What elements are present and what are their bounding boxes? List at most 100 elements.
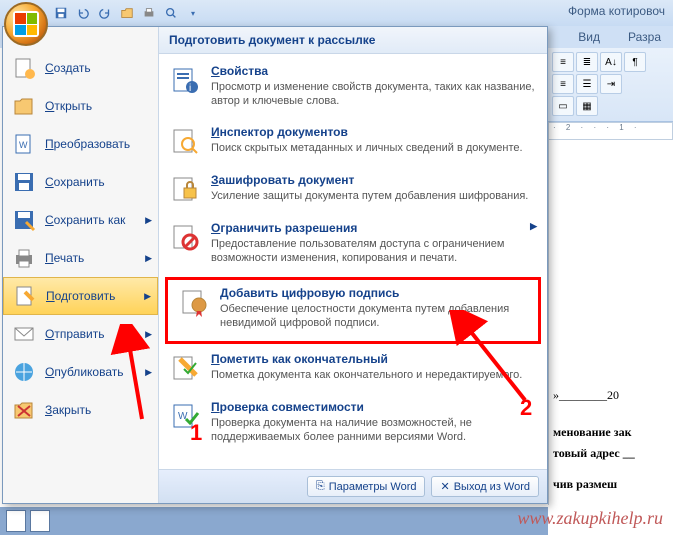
menu-item-new[interactable]: Создать xyxy=(3,49,158,87)
tab-view[interactable]: Вид xyxy=(572,28,606,46)
menu-item-label: Закрыть xyxy=(45,403,91,417)
qat-redo-icon[interactable] xyxy=(96,4,114,22)
menu-item-label: Сохранить как xyxy=(45,213,125,227)
doc-text: менование зак xyxy=(553,425,669,440)
submenu-desc: Предоставление пользователям доступа с о… xyxy=(211,237,537,266)
submenu-desc: Проверка документа на наличие возможност… xyxy=(211,416,537,445)
qat-dropdown-icon[interactable]: ▾ xyxy=(184,4,202,22)
menu-item-label: Печать xyxy=(45,251,84,265)
menu-item-save[interactable]: Сохранить xyxy=(3,163,158,201)
send-icon xyxy=(11,321,37,347)
submenu-title: Свойства xyxy=(211,64,537,78)
pilcrow-icon[interactable]: ¶ xyxy=(624,52,646,72)
office-menu: Создать ОткрытьWПреобразовать Сохранить Сох… xyxy=(2,26,548,504)
menu-item-prepare[interactable]: Подготовить ▶ xyxy=(3,277,158,315)
sort-icon[interactable]: A↓ xyxy=(600,52,622,72)
submenu-desc: Поиск скрытых метаданных и личных сведен… xyxy=(211,141,537,155)
submenu-item-final[interactable]: Пометить как окончательный Пометка докуме… xyxy=(159,346,547,394)
encrypt-icon xyxy=(169,173,201,205)
align-left-icon[interactable]: ≡ xyxy=(552,74,574,94)
align-center-icon[interactable]: ☰ xyxy=(576,74,598,94)
submenu-header: Подготовить документ к рассылке xyxy=(159,27,547,54)
inspect-icon xyxy=(169,125,201,157)
qat-quickprint-icon[interactable] xyxy=(140,4,158,22)
list-number-icon[interactable]: ≣ xyxy=(576,52,598,72)
submenu-title: Пометить как окончательный xyxy=(211,352,537,366)
sign-icon xyxy=(178,286,210,318)
horizontal-ruler[interactable]: · 2 · · · 1 · xyxy=(548,122,673,140)
word-options-label: Параметры Word xyxy=(329,481,417,493)
menu-item-label: Создать xyxy=(45,61,91,75)
open-icon xyxy=(11,93,37,119)
submenu-item-props[interactable]: i Свойства Просмотр и изменение свойств до… xyxy=(159,58,547,119)
submenu-list: i Свойства Просмотр и изменение свойств до… xyxy=(159,54,547,469)
prepare-icon xyxy=(12,283,38,309)
chevron-right-icon: ▶ xyxy=(145,329,152,340)
doc-text: »________20 xyxy=(553,388,669,403)
convert-icon: W xyxy=(11,131,37,157)
border-icon[interactable]: ▦ xyxy=(576,96,598,116)
submenu-title: Проверка совместимости xyxy=(211,400,537,414)
menu-item-label: Отправить xyxy=(45,327,105,341)
qat-open-icon[interactable] xyxy=(118,4,136,22)
office-button[interactable] xyxy=(4,2,48,46)
page-thumb[interactable] xyxy=(30,510,50,532)
saveas-icon xyxy=(11,207,37,233)
menu-item-send[interactable]: Отправить ▶ xyxy=(3,315,158,353)
tab-developer[interactable]: Разра xyxy=(622,28,667,46)
submenu-title: Добавить цифровую подпись xyxy=(220,286,528,300)
menu-item-label: Подготовить xyxy=(46,289,115,303)
props-icon: i xyxy=(169,64,201,96)
page-thumb[interactable] xyxy=(6,510,26,532)
svg-text:W: W xyxy=(19,140,28,150)
menu-item-label: Сохранить xyxy=(45,175,105,189)
chevron-right-icon: ▶ xyxy=(145,367,152,378)
doc-text: товый адрес __ xyxy=(553,446,669,461)
submenu-desc: Усиление защиты документа путем добавлен… xyxy=(211,189,537,203)
menu-item-publish[interactable]: Опубликовать ▶ xyxy=(3,353,158,391)
indent-icon[interactable]: ⇥ xyxy=(600,74,622,94)
submenu-item-compat[interactable]: W Проверка совместимости Проверка документ… xyxy=(159,394,547,455)
submenu-title: Инспектор документов xyxy=(211,125,537,139)
menu-item-convert[interactable]: WПреобразовать xyxy=(3,125,158,163)
submenu-title: Ограничить разрешения ▶ xyxy=(211,221,537,235)
window-title: Форма котировоч xyxy=(568,4,665,18)
office-menu-right: Подготовить документ к рассылке i Свойств… xyxy=(159,27,547,503)
restrict-icon xyxy=(169,221,201,253)
status-bar-thumbs xyxy=(0,507,548,535)
watermark: www.zakupkihelp.ru xyxy=(517,508,663,529)
shading-icon[interactable]: ▭ xyxy=(552,96,574,116)
menu-item-saveas[interactable]: Сохранить как ▶ xyxy=(3,201,158,239)
document-body[interactable]: »________20 менование зак товый адрес __… xyxy=(548,140,673,505)
word-options-button[interactable]: ⎘ Параметры Word xyxy=(307,476,426,497)
exit-icon: ✕ xyxy=(440,480,449,493)
submenu-desc: Обеспечение целостности документа путем … xyxy=(220,302,528,331)
exit-word-button[interactable]: ✕ Выход из Word xyxy=(431,476,539,497)
compat-icon: W xyxy=(169,400,201,432)
list-bullet-icon[interactable]: ≡ xyxy=(552,52,574,72)
new-icon xyxy=(11,55,37,81)
exit-word-label: Выход из Word xyxy=(454,481,530,493)
qat-save-icon[interactable] xyxy=(52,4,70,22)
menu-item-open[interactable]: Открыть xyxy=(3,87,158,125)
title-bar: ▾ Форма котировоч xyxy=(0,0,673,26)
submenu-item-restrict[interactable]: Ограничить разрешения ▶ Предоставление по… xyxy=(159,215,547,276)
office-menu-footer: ⎘ Параметры Word ✕ Выход из Word xyxy=(159,469,547,503)
qat-preview-icon[interactable] xyxy=(162,4,180,22)
print-icon xyxy=(11,245,37,271)
submenu-item-inspect[interactable]: Инспектор документов Поиск скрытых метада… xyxy=(159,119,547,167)
svg-text:i: i xyxy=(189,83,191,94)
menu-item-print[interactable]: Печать▶ xyxy=(3,239,158,277)
submenu-item-encrypt[interactable]: Зашифровать документ Усиление защиты доку… xyxy=(159,167,547,215)
chevron-right-icon: ▶ xyxy=(145,215,152,226)
chevron-right-icon: ▶ xyxy=(144,291,151,302)
submenu-desc: Пометка документа как окончательного и н… xyxy=(211,368,537,382)
submenu-desc: Просмотр и изменение свойств документа, … xyxy=(211,80,537,109)
submenu-title: Зашифровать документ xyxy=(211,173,537,187)
save-icon xyxy=(11,169,37,195)
qat-undo-icon[interactable] xyxy=(74,4,92,22)
submenu-item-sign[interactable]: Добавить цифровую подпись Обеспечение цел… xyxy=(165,277,541,344)
menu-item-label: Опубликовать xyxy=(45,365,123,379)
menu-item-close[interactable]: Закрыть xyxy=(3,391,158,429)
doc-text: чив размеш xyxy=(553,477,669,492)
